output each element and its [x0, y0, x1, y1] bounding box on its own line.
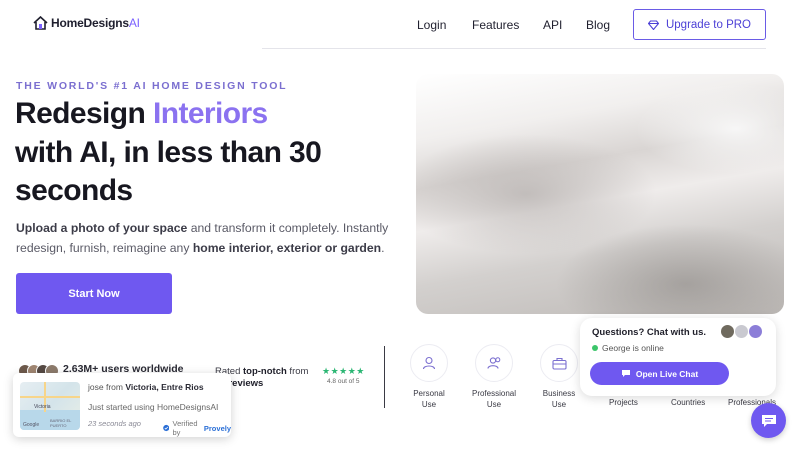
person-icon	[422, 356, 436, 370]
site-header: HomeDesignsAI Login Features API Blog Up…	[0, 0, 800, 50]
open-live-chat-button[interactable]: Open Live Chat	[590, 362, 729, 385]
start-now-button[interactable]: Start Now	[16, 273, 172, 314]
use-case-personal[interactable]: Personal Use	[401, 344, 457, 410]
use-case-label: Business	[542, 389, 576, 398]
upgrade-label: Upgrade to PRO	[665, 18, 751, 31]
header-divider	[262, 48, 766, 49]
chat-bubble-icon	[761, 414, 776, 427]
stats-divider	[384, 346, 385, 408]
stat-countries-label: Countries	[671, 398, 706, 407]
nav-blog[interactable]: Blog	[586, 18, 610, 32]
signup-notification[interactable]: Victoria BARRIO EL PUERTO Google jose fr…	[13, 373, 231, 437]
rating-stars: ★★★★★	[322, 366, 365, 376]
nav-features[interactable]: Features	[472, 18, 519, 32]
use-case-business[interactable]: Business Use	[531, 344, 587, 410]
hero-subtitle-line1: Upload a photo of your space and transfo…	[16, 221, 389, 235]
nav-api[interactable]: API	[543, 18, 562, 32]
avatar	[748, 324, 763, 339]
avatar	[720, 324, 735, 339]
stat-projects-label: Projects	[609, 398, 638, 407]
chat-launcher-button[interactable]	[751, 403, 786, 438]
online-dot-icon	[592, 345, 598, 351]
check-badge-icon	[163, 424, 170, 432]
upgrade-to-pro-button[interactable]: Upgrade to PRO	[633, 9, 766, 40]
nav-login[interactable]: Login	[417, 18, 446, 32]
verified-badge: Verified by Provely	[163, 419, 231, 437]
hero-eyebrow: THE WORLD'S #1 AI HOME DESIGN TOOL	[16, 80, 288, 92]
logo-text: HomeDesignsAI	[51, 16, 140, 30]
rating-score: 4.8 out of 5	[327, 378, 360, 385]
diamond-icon	[647, 19, 659, 30]
live-chat-widget: Questions? Chat with us. George is onlin…	[580, 318, 776, 396]
briefcase-icon	[551, 357, 567, 370]
use-case-label: Personal	[413, 389, 445, 398]
users-icon	[486, 357, 500, 369]
chat-bubble-icon	[621, 370, 630, 377]
hero-image	[416, 74, 784, 314]
chat-status: George is online	[592, 343, 664, 353]
logo[interactable]: HomeDesignsAI	[33, 16, 140, 30]
avatar	[734, 324, 749, 339]
notification-action: Just started using HomeDesignsAI	[88, 402, 219, 412]
notification-time: 23 seconds ago	[88, 419, 141, 428]
house-logo-icon	[33, 16, 48, 30]
location-map: Victoria BARRIO EL PUERTO Google	[20, 382, 80, 430]
agent-avatars	[720, 324, 766, 340]
use-case-label: Professional	[471, 389, 517, 398]
notification-name: jose from Victoria, Entre Rios	[88, 382, 204, 392]
hero-headline-line3: seconds	[15, 174, 133, 207]
hero-subtitle-line2: redesign, furnish, reimagine any home in…	[16, 241, 385, 255]
use-case-professional[interactable]: Professional Use	[466, 344, 522, 410]
hero-headline-line2: with AI, in less than 30	[15, 136, 322, 169]
hero-headline-line1: Redesign Interiors	[15, 97, 268, 130]
chat-title: Questions? Chat with us.	[592, 327, 707, 338]
